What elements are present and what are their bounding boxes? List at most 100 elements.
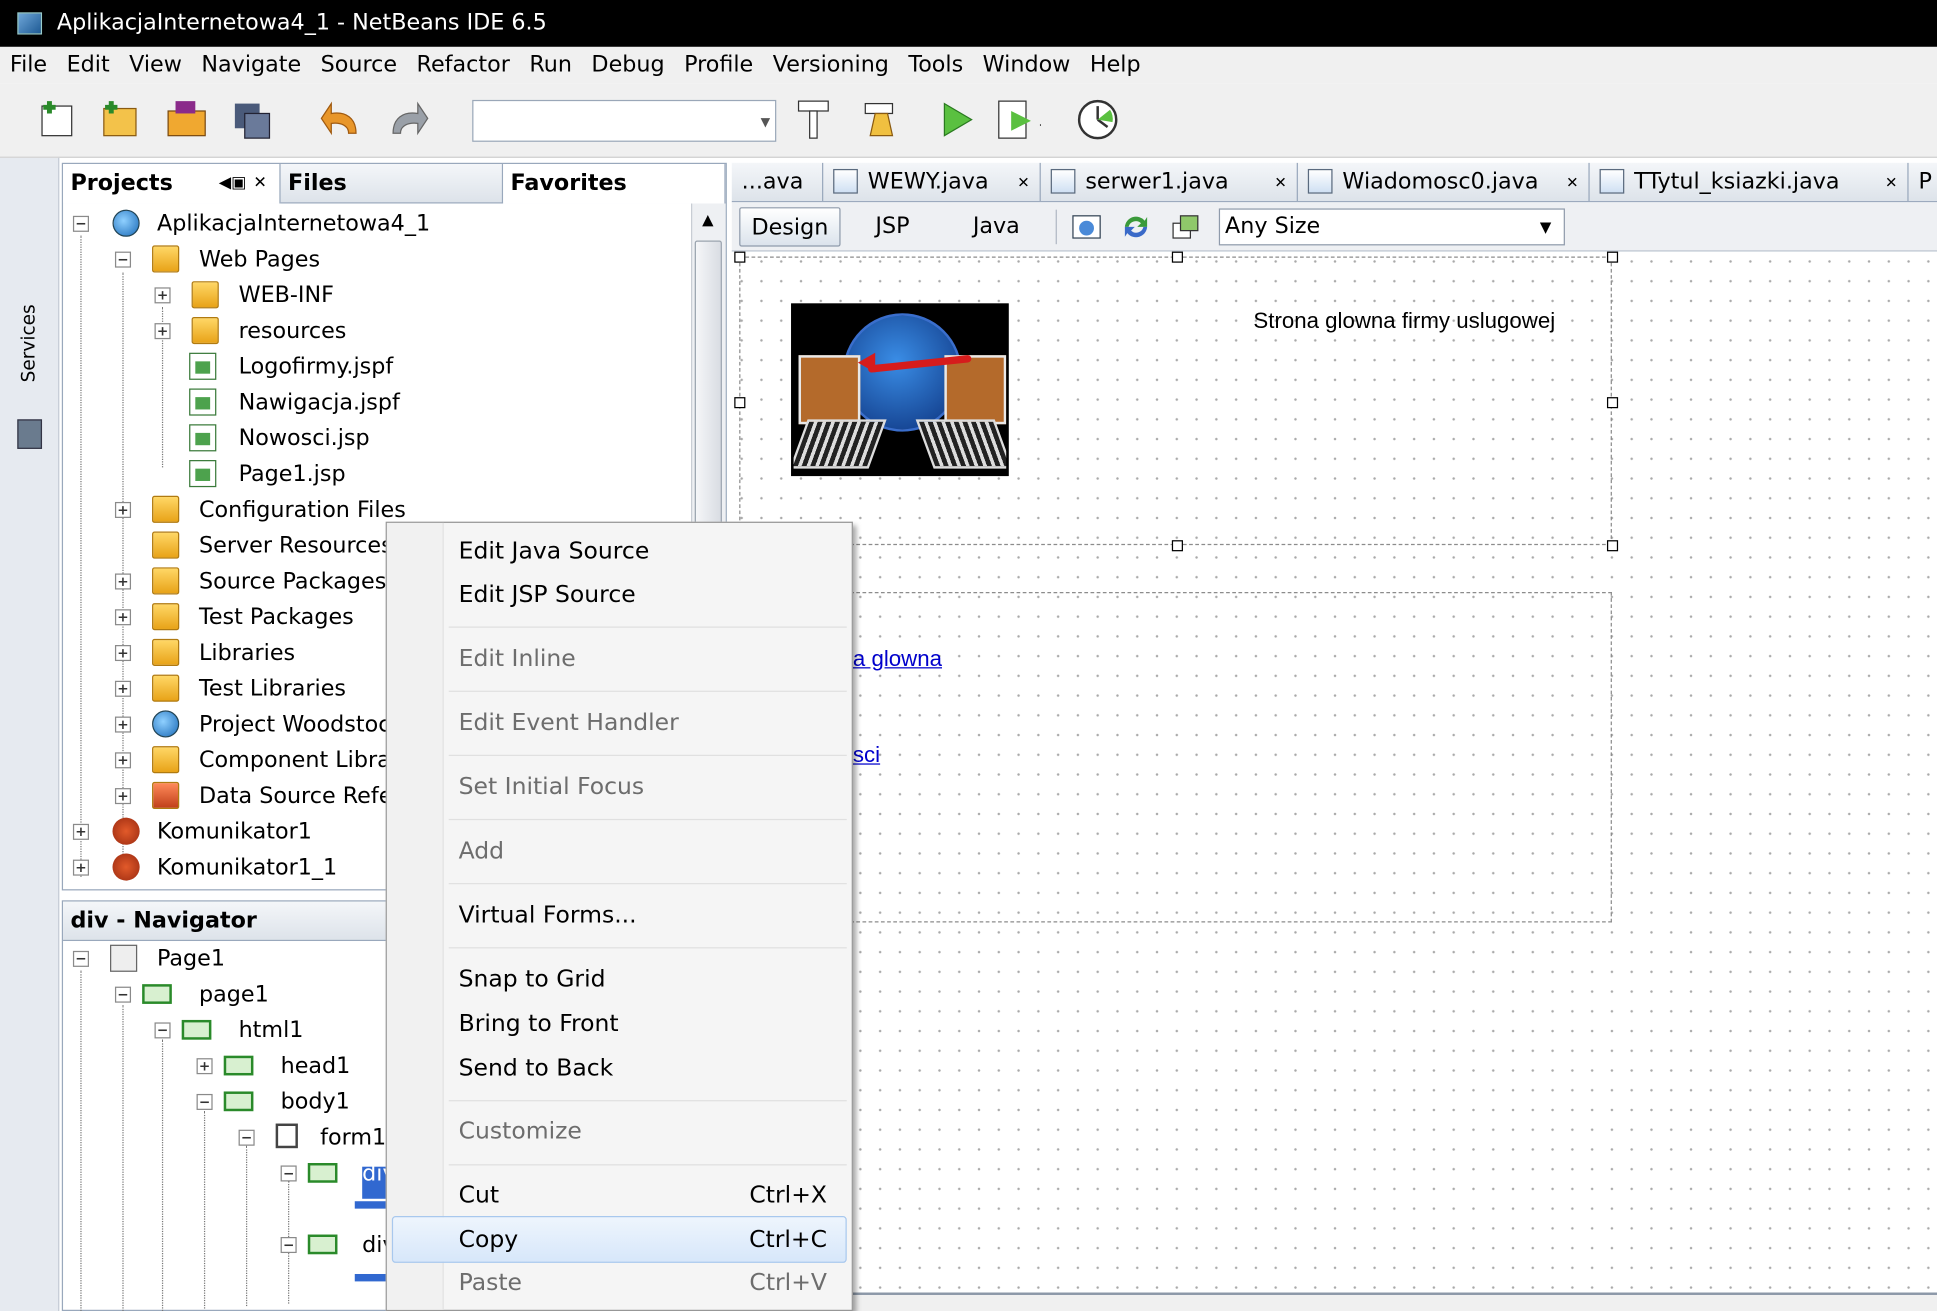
menu-item-send-to-back[interactable]: Send to Back — [459, 1054, 614, 1081]
preview-browser-icon[interactable] — [1070, 212, 1102, 242]
menu-debug[interactable]: Debug — [591, 52, 664, 78]
new-file-icon[interactable] — [96, 96, 143, 143]
menu-window[interactable]: Window — [983, 52, 1071, 78]
menu-profile[interactable]: Profile — [684, 52, 753, 78]
resize-handle[interactable] — [1171, 540, 1183, 552]
collapse-toggle[interactable]: − — [196, 1093, 213, 1110]
config-combo[interactable]: ▼ — [472, 99, 777, 142]
menu-source[interactable]: Source — [321, 52, 397, 78]
resize-handle[interactable] — [1171, 251, 1183, 263]
new-project-icon[interactable] — [35, 96, 82, 143]
open-project-icon[interactable] — [163, 96, 210, 143]
bottom-splitter[interactable] — [731, 1292, 1937, 1311]
expand-toggle[interactable]: + — [196, 1058, 213, 1075]
collapse-toggle[interactable]: − — [114, 986, 132, 1003]
resize-handle[interactable] — [1606, 397, 1619, 409]
menu-view[interactable]: View — [129, 52, 182, 78]
debug-icon[interactable]: · — [994, 96, 1041, 143]
resize-handle[interactable] — [734, 251, 746, 263]
close-icon[interactable]: ✕ — [253, 164, 266, 203]
target-size-select[interactable]: Any Size ▼ — [1218, 208, 1565, 246]
menu-tools[interactable]: Tools — [908, 52, 963, 78]
refresh-icon[interactable] — [1120, 212, 1152, 242]
tab-favorites[interactable]: Favorites — [503, 164, 726, 204]
menu-item-edit-java-source[interactable]: Edit Java Source — [459, 538, 650, 565]
menu-item-copy[interactable]: Copy — [459, 1226, 519, 1253]
build-icon[interactable] — [791, 96, 838, 143]
jsp-view-button[interactable]: JSP — [868, 207, 917, 246]
expand-toggle[interactable]: + — [72, 859, 90, 876]
close-icon[interactable]: ✕ — [1274, 163, 1286, 201]
menu-item-virtual-forms[interactable]: Virtual Forms... — [459, 902, 637, 929]
menu-item-snap-to-grid[interactable]: Snap to Grid — [459, 966, 606, 993]
expand-toggle[interactable]: + — [114, 680, 132, 697]
expand-toggle[interactable]: + — [154, 323, 171, 340]
expand-toggle[interactable]: + — [114, 788, 132, 805]
menu-item-edit-inline[interactable]: Edit Inline — [459, 645, 576, 672]
resize-handle[interactable] — [1606, 251, 1619, 263]
collapse-toggle[interactable]: − — [280, 1236, 297, 1254]
menu-navigate[interactable]: Navigate — [201, 52, 301, 78]
design-canvas[interactable]: Strona glowna firmy uslugowej a glowna s… — [731, 251, 1937, 1311]
nav-link-news[interactable]: sci — [853, 742, 880, 768]
resize-handle[interactable] — [734, 397, 746, 409]
scroll-thumb[interactable] — [694, 240, 722, 549]
menu-refactor[interactable]: Refactor — [417, 52, 510, 78]
collapse-toggle[interactable]: − — [114, 251, 132, 268]
menu-versioning[interactable]: Versioning — [773, 52, 889, 78]
menu-item-add[interactable]: Add — [459, 837, 504, 864]
menu-item-paste[interactable]: Paste — [459, 1269, 522, 1296]
menu-item-bring-to-front[interactable]: Bring to Front — [459, 1010, 619, 1037]
design-view-button[interactable]: Design — [739, 207, 841, 247]
services-tab[interactable]: Services — [17, 304, 39, 382]
collapse-toggle[interactable]: − — [280, 1165, 297, 1182]
page-headline[interactable]: Strona glowna firmy uslugowej — [1253, 308, 1555, 334]
save-all-icon[interactable] — [230, 96, 277, 143]
redo-icon[interactable] — [383, 96, 430, 143]
menu-item-customize[interactable]: Customize — [459, 1117, 582, 1144]
menu-item-edit-jsp-source[interactable]: Edit JSP Source — [459, 581, 636, 608]
expand-toggle[interactable]: + — [114, 716, 132, 733]
close-icon[interactable]: ✕ — [1017, 163, 1029, 201]
close-icon[interactable]: ✕ — [1885, 163, 1897, 201]
close-icon[interactable]: ✕ — [1566, 163, 1578, 201]
expand-toggle[interactable]: + — [114, 573, 132, 590]
editor-tab[interactable]: P — [1909, 163, 1937, 201]
collapse-toggle[interactable]: − — [72, 950, 90, 967]
profile-icon[interactable] — [1075, 96, 1122, 143]
expand-toggle[interactable]: + — [114, 501, 132, 518]
editor-tab[interactable]: TTytul_ksiazki.java ✕ — [1590, 162, 1909, 202]
tab-files[interactable]: Files — [281, 164, 504, 204]
collapse-toggle[interactable]: − — [238, 1129, 255, 1146]
editor-tab[interactable]: ...ava — [732, 162, 824, 202]
minimize-icon[interactable]: ◀▣ — [219, 164, 247, 203]
resize-handle[interactable] — [1606, 540, 1619, 552]
java-view-button[interactable]: Java — [969, 207, 1023, 246]
expand-toggle[interactable]: + — [114, 752, 132, 769]
collapse-toggle[interactable]: − — [72, 215, 90, 232]
expand-toggle[interactable]: + — [114, 645, 132, 662]
services-icon[interactable] — [17, 419, 43, 449]
menu-item-cut[interactable]: Cut — [459, 1182, 500, 1209]
tab-projects[interactable]: Projects ◀▣ ✕ — [63, 164, 281, 204]
expand-toggle[interactable]: + — [114, 609, 132, 626]
collapse-toggle[interactable]: − — [154, 1022, 171, 1039]
expand-toggle[interactable]: + — [72, 823, 90, 840]
expand-toggle[interactable]: + — [154, 287, 171, 304]
target-size-icon[interactable] — [1169, 212, 1201, 242]
menu-item-set-initial-focus[interactable]: Set Initial Focus — [459, 773, 645, 800]
menu-help[interactable]: Help — [1090, 52, 1141, 78]
clean-build-icon[interactable] — [858, 96, 905, 143]
editor-tab[interactable]: WEWY.java ✕ — [823, 162, 1041, 202]
company-logo-image[interactable] — [791, 303, 1009, 477]
run-icon[interactable] — [935, 96, 982, 143]
menu-item-edit-event-handler[interactable]: Edit Event Handler — [459, 709, 679, 736]
undo-icon[interactable] — [319, 96, 366, 143]
menu-file[interactable]: File — [10, 52, 47, 78]
menu-edit[interactable]: Edit — [67, 52, 110, 78]
editor-tab[interactable]: serwer1.java ✕ — [1041, 162, 1298, 202]
scroll-up-icon[interactable]: ▲ — [702, 211, 713, 228]
menu-run[interactable]: Run — [529, 52, 572, 78]
nav-link-home[interactable]: a glowna — [853, 646, 942, 672]
editor-tab[interactable]: Wiadomosc0.java ✕ — [1298, 162, 1590, 202]
